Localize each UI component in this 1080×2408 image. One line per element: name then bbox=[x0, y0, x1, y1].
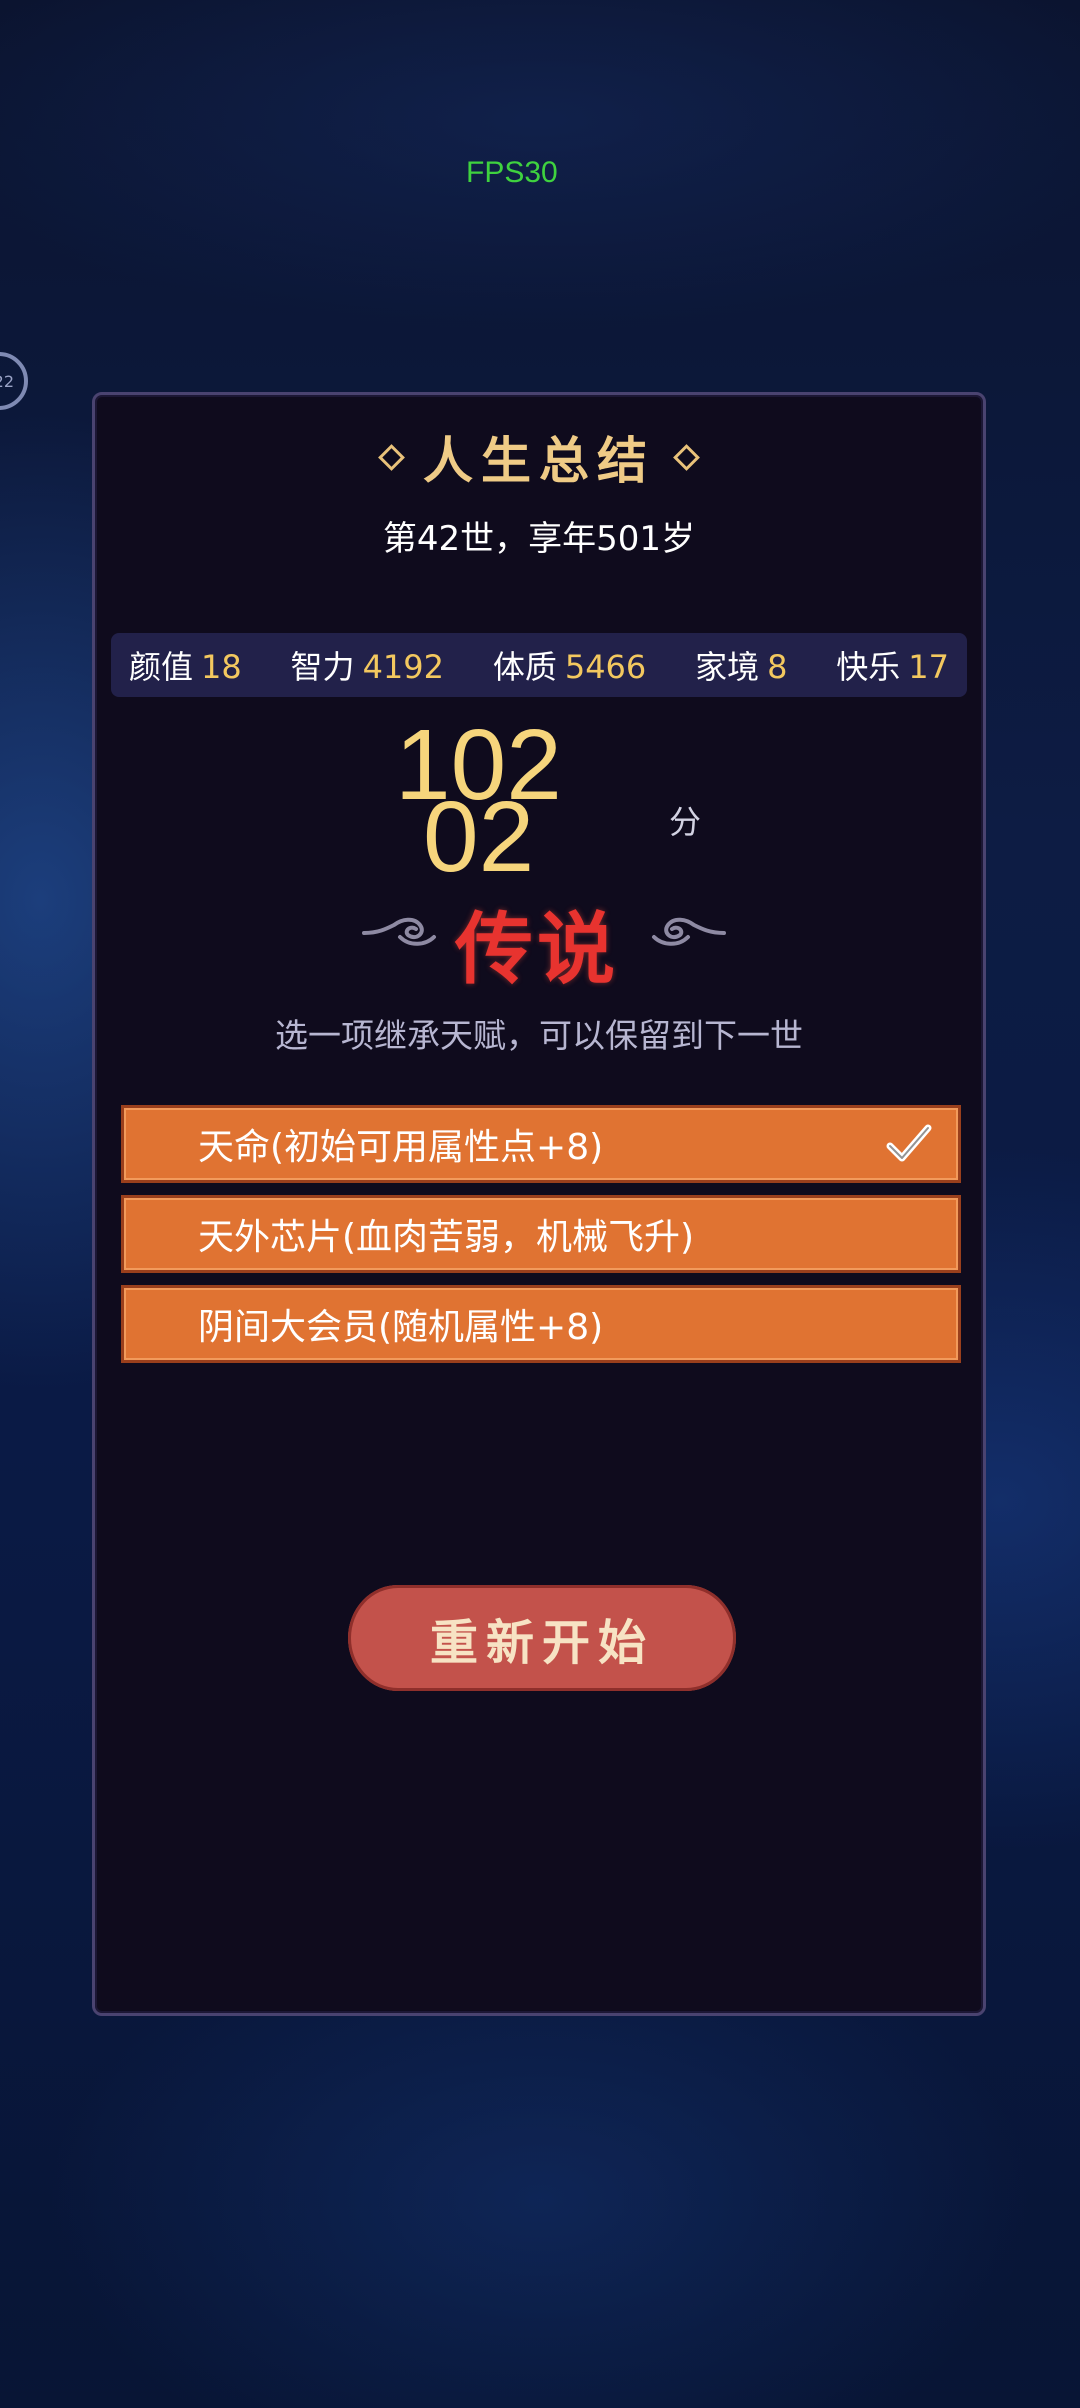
stat-intelligence: 智力 4192 bbox=[291, 642, 444, 688]
restart-button[interactable]: 重新开始 bbox=[348, 1585, 736, 1691]
side-floating-button[interactable]: 22 bbox=[0, 352, 28, 410]
talent-option-2[interactable]: 天外芯片(血肉苦弱，机械飞升) bbox=[121, 1195, 961, 1273]
talent-option-label: 阴间大会员(随机属性+8) bbox=[198, 1307, 604, 1348]
score-display: 102 02 bbox=[395, 715, 695, 915]
stat-value: 8 bbox=[767, 648, 788, 686]
stat-label: 体质 bbox=[492, 648, 557, 686]
stats-bar: 颜值 18 智力 4192 体质 5466 家境 8 快乐 17 bbox=[111, 633, 967, 697]
stat-label: 智力 bbox=[290, 648, 355, 686]
stat-value: 17 bbox=[908, 648, 949, 686]
stat-value: 4192 bbox=[362, 648, 444, 686]
rank-label: 传说 bbox=[455, 904, 620, 995]
talent-options: 天命(初始可用属性点+8) 天外芯片(血肉苦弱，机械飞升) 阴间大会员(随机属性… bbox=[121, 1105, 961, 1375]
rank-row: 传说 bbox=[95, 887, 983, 995]
stat-constitution: 体质 5466 bbox=[493, 642, 646, 688]
cloud-ornament-right-icon bbox=[652, 917, 726, 946]
inherit-hint: 选一项继承天赋，可以保留到下一世 bbox=[275, 1016, 803, 1055]
life-subtitle: 第42世，享年501岁 bbox=[382, 519, 696, 559]
talent-option-label: 天命(初始可用属性点+8) bbox=[198, 1127, 604, 1168]
diamond-left-icon bbox=[378, 443, 405, 471]
score-unit: 分 bbox=[669, 803, 702, 841]
cloud-ornament-left-icon bbox=[362, 917, 436, 946]
stat-label: 颜值 bbox=[129, 648, 194, 686]
talent-option-3[interactable]: 阴间大会员(随机属性+8) bbox=[121, 1285, 961, 1363]
stat-label: 快乐 bbox=[836, 648, 901, 686]
score-value-line2: 02 bbox=[423, 781, 535, 893]
stat-value: 18 bbox=[201, 648, 242, 686]
checkmark-icon bbox=[886, 1124, 932, 1162]
talent-option-1[interactable]: 天命(初始可用属性点+8) bbox=[121, 1105, 961, 1183]
stat-value: 5466 bbox=[564, 648, 647, 686]
talent-option-label: 天外芯片(血肉苦弱，机械飞升) bbox=[198, 1217, 695, 1258]
diamond-right-icon bbox=[673, 443, 700, 471]
fps-counter: FPS30 bbox=[466, 156, 558, 189]
stat-label: 家境 bbox=[695, 648, 760, 686]
stat-happiness: 快乐 17 bbox=[836, 642, 949, 688]
panel-title: 人生总结 bbox=[423, 431, 655, 490]
stat-appearance: 颜值 18 bbox=[129, 642, 242, 688]
stat-family: 家境 8 bbox=[695, 642, 787, 688]
title-row: 人生总结 bbox=[95, 421, 983, 493]
life-summary-panel: 人生总结 第42世，享年501岁 颜值 18 智力 4192 体质 5466 家境 8 … bbox=[92, 392, 986, 2016]
